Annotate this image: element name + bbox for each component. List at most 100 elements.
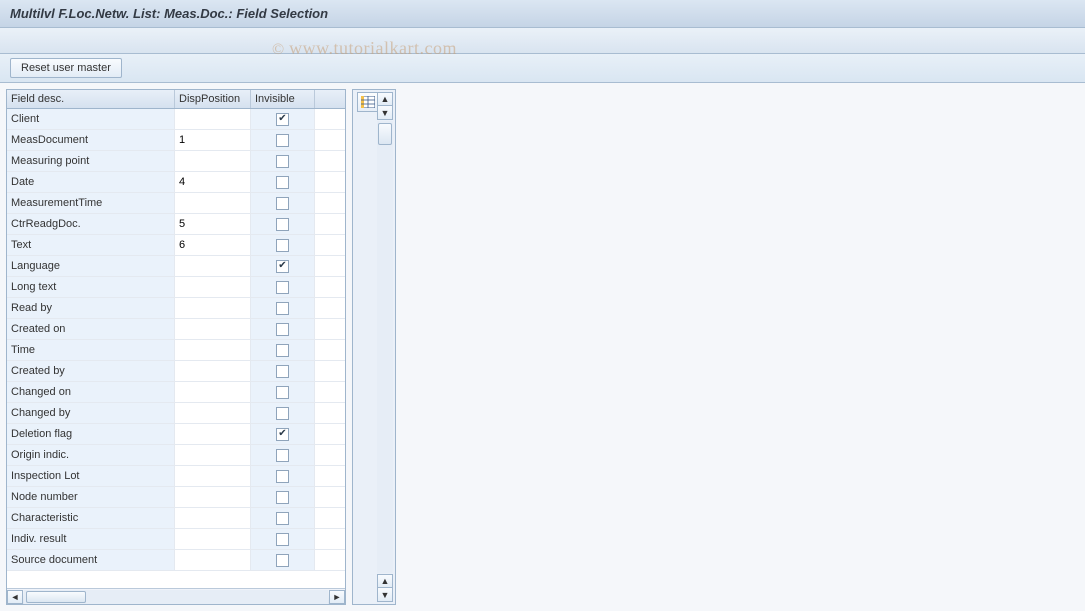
vscroll-track[interactable] — [377, 121, 393, 573]
scroll-up-bottom-button[interactable]: ▲ — [377, 574, 393, 588]
field-desc-cell[interactable]: Text — [7, 235, 175, 255]
disp-position-input[interactable] — [179, 176, 246, 188]
scroll-up-button[interactable]: ▲ — [377, 92, 393, 106]
invisible-checkbox[interactable] — [276, 512, 289, 525]
invisible-cell[interactable] — [251, 193, 315, 213]
disp-position-cell[interactable] — [175, 382, 251, 402]
invisible-cell[interactable] — [251, 487, 315, 507]
field-desc-cell[interactable]: Created by — [7, 361, 175, 381]
disp-position-input[interactable] — [179, 218, 246, 230]
invisible-cell[interactable] — [251, 277, 315, 297]
scroll-left-button[interactable]: ◄ — [7, 590, 23, 604]
field-desc-cell[interactable]: Characteristic — [7, 508, 175, 528]
invisible-checkbox[interactable] — [276, 470, 289, 483]
field-desc-cell[interactable]: CtrReadgDoc. — [7, 214, 175, 234]
field-desc-cell[interactable]: Created on — [7, 319, 175, 339]
column-header-field-desc[interactable]: Field desc. — [7, 90, 175, 108]
field-desc-cell[interactable]: Client — [7, 109, 175, 129]
invisible-cell[interactable] — [251, 151, 315, 171]
invisible-checkbox[interactable]: ✔ — [276, 113, 289, 126]
field-desc-cell[interactable]: Source document — [7, 550, 175, 570]
hscroll-track[interactable] — [24, 590, 328, 604]
invisible-cell[interactable] — [251, 172, 315, 192]
disp-position-cell[interactable] — [175, 529, 251, 549]
disp-position-input[interactable] — [179, 323, 246, 335]
invisible-checkbox[interactable] — [276, 134, 289, 147]
disp-position-input[interactable] — [179, 155, 246, 167]
vertical-scrollbar[interactable]: ▲ ▼ ▲ ▼ — [377, 92, 393, 602]
disp-position-cell[interactable] — [175, 508, 251, 528]
invisible-checkbox[interactable] — [276, 323, 289, 336]
field-desc-cell[interactable]: Indiv. result — [7, 529, 175, 549]
invisible-cell[interactable] — [251, 529, 315, 549]
disp-position-input[interactable] — [179, 554, 246, 566]
column-header-invisible[interactable]: Invisible — [251, 90, 315, 108]
scroll-down-button[interactable]: ▼ — [377, 106, 393, 120]
field-desc-cell[interactable]: Changed on — [7, 382, 175, 402]
invisible-checkbox[interactable] — [276, 491, 289, 504]
invisible-checkbox[interactable]: ✔ — [276, 260, 289, 273]
disp-position-cell[interactable] — [175, 256, 251, 276]
field-desc-cell[interactable]: Node number — [7, 487, 175, 507]
invisible-cell[interactable]: ✔ — [251, 256, 315, 276]
invisible-checkbox[interactable] — [276, 218, 289, 231]
invisible-checkbox[interactable] — [276, 281, 289, 294]
invisible-checkbox[interactable] — [276, 239, 289, 252]
disp-position-input[interactable] — [179, 365, 246, 377]
disp-position-input[interactable] — [179, 512, 246, 524]
invisible-checkbox[interactable] — [276, 449, 289, 462]
disp-position-cell[interactable] — [175, 361, 251, 381]
disp-position-cell[interactable] — [175, 193, 251, 213]
invisible-cell[interactable] — [251, 508, 315, 528]
invisible-checkbox[interactable] — [276, 407, 289, 420]
disp-position-input[interactable] — [179, 134, 246, 146]
vscroll-thumb[interactable] — [378, 123, 392, 145]
disp-position-input[interactable] — [179, 449, 246, 461]
invisible-cell[interactable] — [251, 466, 315, 486]
field-desc-cell[interactable]: MeasDocument — [7, 130, 175, 150]
invisible-checkbox[interactable] — [276, 533, 289, 546]
invisible-cell[interactable] — [251, 550, 315, 570]
field-desc-cell[interactable]: Deletion flag — [7, 424, 175, 444]
invisible-checkbox[interactable] — [276, 176, 289, 189]
invisible-cell[interactable] — [251, 361, 315, 381]
disp-position-input[interactable] — [179, 407, 246, 419]
field-desc-cell[interactable]: Language — [7, 256, 175, 276]
invisible-checkbox[interactable] — [276, 344, 289, 357]
disp-position-cell[interactable] — [175, 340, 251, 360]
disp-position-input[interactable] — [179, 533, 246, 545]
disp-position-input[interactable] — [179, 344, 246, 356]
disp-position-cell[interactable] — [175, 487, 251, 507]
hscroll-thumb[interactable] — [26, 591, 86, 603]
invisible-cell[interactable] — [251, 382, 315, 402]
field-desc-cell[interactable]: Inspection Lot — [7, 466, 175, 486]
disp-position-cell[interactable] — [175, 235, 251, 255]
invisible-checkbox[interactable] — [276, 155, 289, 168]
disp-position-input[interactable] — [179, 491, 246, 503]
field-desc-cell[interactable]: MeasurementTime — [7, 193, 175, 213]
invisible-checkbox[interactable]: ✔ — [276, 428, 289, 441]
scroll-down-bottom-button[interactable]: ▼ — [377, 588, 393, 602]
invisible-checkbox[interactable] — [276, 197, 289, 210]
field-desc-cell[interactable]: Long text — [7, 277, 175, 297]
invisible-checkbox[interactable] — [276, 365, 289, 378]
invisible-cell[interactable] — [251, 340, 315, 360]
disp-position-cell[interactable] — [175, 151, 251, 171]
invisible-checkbox[interactable] — [276, 554, 289, 567]
field-desc-cell[interactable]: Origin indic. — [7, 445, 175, 465]
disp-position-cell[interactable] — [175, 130, 251, 150]
disp-position-cell[interactable] — [175, 319, 251, 339]
disp-position-cell[interactable] — [175, 466, 251, 486]
invisible-cell[interactable]: ✔ — [251, 424, 315, 444]
field-desc-cell[interactable]: Time — [7, 340, 175, 360]
disp-position-input[interactable] — [179, 113, 246, 125]
disp-position-cell[interactable] — [175, 445, 251, 465]
disp-position-cell[interactable] — [175, 214, 251, 234]
disp-position-cell[interactable] — [175, 424, 251, 444]
disp-position-cell[interactable] — [175, 277, 251, 297]
scroll-right-button[interactable]: ► — [329, 590, 345, 604]
field-desc-cell[interactable]: Read by — [7, 298, 175, 318]
invisible-cell[interactable] — [251, 445, 315, 465]
reset-user-master-button[interactable]: Reset user master — [10, 58, 122, 78]
disp-position-input[interactable] — [179, 197, 246, 209]
